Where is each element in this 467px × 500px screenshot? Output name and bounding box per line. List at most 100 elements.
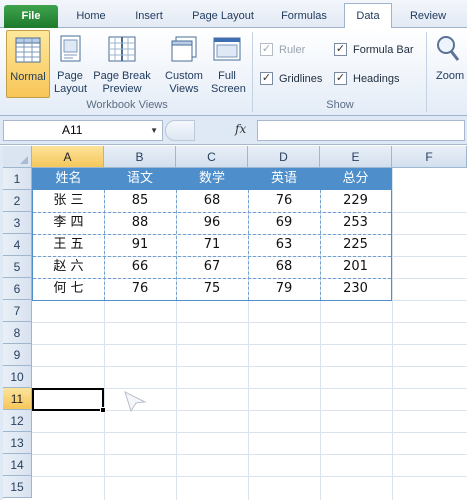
ribbon: Normal Page Layout Page Break Preview Cu… [0, 28, 467, 116]
table-cell[interactable]: 96 [176, 212, 248, 234]
table-cell[interactable]: 85 [104, 190, 176, 212]
table-cell[interactable]: 王 五 [33, 234, 104, 256]
table-cell[interactable]: 230 [320, 278, 391, 300]
column-header-a[interactable]: A [32, 146, 104, 168]
table-cell[interactable]: 66 [104, 256, 176, 278]
table-cell[interactable]: 79 [248, 278, 320, 300]
full-screen-button[interactable]: Full Screen [206, 30, 248, 98]
row-header-4[interactable]: 4 [3, 234, 32, 256]
table-cell[interactable]: 张 三 [33, 190, 104, 212]
table-cell[interactable]: 李 四 [33, 212, 104, 234]
name-box[interactable]: A11 ▼ [3, 120, 163, 141]
zoom-button[interactable]: Zoom [432, 30, 467, 98]
chevron-down-icon[interactable]: ▼ [150, 121, 158, 140]
table-cell[interactable]: 76 [248, 190, 320, 212]
workbook-views-group-label: Workbook Views [86, 99, 168, 111]
mouse-pointer-icon [124, 391, 147, 413]
row-header-3[interactable]: 3 [3, 212, 32, 234]
column-header-c[interactable]: C [176, 146, 248, 168]
select-all-button[interactable] [3, 146, 32, 168]
table-cell[interactable]: 88 [104, 212, 176, 234]
custom-views-button[interactable]: Custom Views [162, 30, 206, 98]
table-cell[interactable]: 225 [320, 234, 391, 256]
table-cell[interactable]: 68 [248, 256, 320, 278]
fill-handle[interactable] [100, 407, 106, 413]
table-cell[interactable]: 赵 六 [33, 256, 104, 278]
formula-controls: fx [165, 120, 255, 141]
magnifier-icon [437, 36, 460, 61]
name-box-value: A11 [62, 123, 83, 137]
headings-check-box: ✓ [334, 72, 347, 85]
page-break-preview-button[interactable]: Page Break Preview [90, 30, 154, 98]
formula-bar-handle[interactable] [165, 120, 195, 141]
row-header-1[interactable]: 1 [3, 168, 32, 190]
zoom-label: Zoom [436, 70, 465, 82]
table-cell[interactable]: 63 [248, 234, 320, 256]
table-cell[interactable]: 何 七 [33, 278, 104, 300]
row-header-5[interactable]: 5 [3, 256, 32, 278]
custom-views-icon [171, 36, 197, 62]
table-cell[interactable]: 253 [320, 212, 391, 234]
table-cell[interactable]: 229 [320, 190, 391, 212]
table-cell[interactable]: 71 [176, 234, 248, 256]
custom-views-label: Custom Views [165, 70, 203, 95]
row-header-13[interactable]: 13 [3, 432, 32, 454]
gridlines-check-box: ✓ [260, 72, 273, 85]
gridlines-label: Gridlines [279, 73, 323, 85]
ruler-check-box: ✓ [260, 43, 273, 56]
tab-file[interactable]: File [4, 5, 58, 28]
tab-data[interactable]: Data [344, 0, 392, 28]
row-header-7[interactable]: 7 [3, 300, 32, 322]
active-cell-a11[interactable] [32, 388, 104, 411]
row-header-6[interactable]: 6 [3, 278, 32, 300]
tab-formulas[interactable]: Formulas [272, 0, 336, 28]
column-header-e[interactable]: E [320, 146, 392, 168]
row-header-14[interactable]: 14 [3, 454, 32, 476]
table-cell[interactable]: 75 [176, 278, 248, 300]
page-break-preview-icon [108, 36, 136, 62]
table-cell[interactable]: 69 [248, 212, 320, 234]
gridline [32, 454, 467, 455]
normal-view-button[interactable]: Normal [6, 30, 50, 98]
column-header-b[interactable]: B [104, 146, 176, 168]
row-header-8[interactable]: 8 [3, 322, 32, 344]
gridline [32, 366, 467, 367]
page-layout-label: Page Layout [54, 70, 88, 95]
headings-label: Headings [353, 73, 400, 85]
row-header-10[interactable]: 10 [3, 366, 32, 388]
row-header-11[interactable]: 11 [3, 388, 32, 410]
full-screen-icon [213, 37, 241, 61]
group-separator [252, 32, 253, 112]
table-cell[interactable]: 67 [176, 256, 248, 278]
formula-bar-check-box: ✓ [334, 43, 347, 56]
table-cell[interactable]: 201 [320, 256, 391, 278]
row-header-15[interactable]: 15 [3, 476, 32, 498]
formula-bar-label: Formula Bar [353, 44, 414, 56]
gridline [32, 432, 467, 433]
worksheet-grid[interactable]: A B C D E F 1 2 3 4 5 6 7 8 9 10 11 12 1… [0, 146, 467, 500]
gridline [32, 476, 467, 477]
ruler-label: Ruler [279, 44, 306, 56]
gridline [392, 168, 393, 500]
row-header-12[interactable]: 12 [3, 410, 32, 432]
formula-input[interactable] [257, 120, 465, 141]
gridline [32, 344, 467, 345]
tab-page-layout[interactable]: Page Layout [182, 0, 264, 28]
tab-review[interactable]: Review [400, 0, 456, 28]
insert-function-button[interactable]: fx [235, 122, 246, 136]
formula-bar: A11 ▼ fx [0, 116, 467, 145]
column-header-f[interactable]: F [392, 146, 467, 168]
page-layout-button[interactable]: Page Layout [52, 30, 88, 98]
row-header-2[interactable]: 2 [3, 190, 32, 212]
show-group-label: Show [326, 99, 354, 111]
normal-view-icon [15, 37, 41, 63]
normal-view-label: Normal [10, 71, 46, 83]
page-break-preview-label: Page Break Preview [93, 70, 151, 95]
tab-home[interactable]: Home [64, 0, 118, 28]
table-cell[interactable]: 76 [104, 278, 176, 300]
table-cell[interactable]: 68 [176, 190, 248, 212]
tab-insert[interactable]: Insert [122, 0, 176, 28]
row-header-9[interactable]: 9 [3, 344, 32, 366]
table-cell[interactable]: 91 [104, 234, 176, 256]
column-header-d[interactable]: D [248, 146, 320, 168]
